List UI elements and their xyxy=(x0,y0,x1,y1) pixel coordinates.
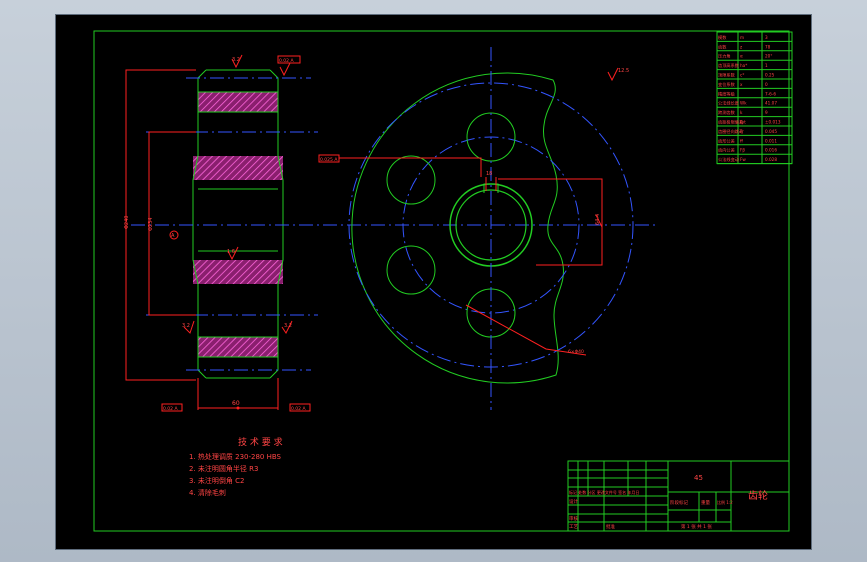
title-weight: 重量 xyxy=(701,499,710,506)
param-table-cell: 精度等级 xyxy=(718,90,736,97)
param-table-cell: m xyxy=(740,35,744,40)
section-outline-left xyxy=(192,69,207,379)
title-change-header: 标记 处数 分区 更改文件号 签名 年月日 xyxy=(569,489,639,495)
svg-text:3.2: 3.2 xyxy=(182,323,190,329)
section-hatch-bottom xyxy=(198,337,278,357)
svg-text:1.6: 1.6 xyxy=(227,249,235,255)
cad-application-window: 60 A Φ240 Φ234 3.2 0.02 A 1.6 3.2 3.2 0.… xyxy=(0,0,867,562)
param-table-cell: z xyxy=(740,44,743,49)
param-table-cell: 公法线长度 xyxy=(718,100,740,107)
param-table-cell: 变位系数 xyxy=(718,81,736,88)
title-process: 工艺 xyxy=(569,524,578,530)
param-table-cell: 齿顶高系数 xyxy=(718,62,740,69)
svg-text:12.5: 12.5 xyxy=(618,68,629,74)
tech-req-item-4: 4. 清除毛刺 xyxy=(189,488,226,497)
param-table-cell: 公法线变动 xyxy=(718,156,739,163)
title-designer: 设计 xyxy=(569,498,578,505)
svg-text:0.02 A: 0.02 A xyxy=(163,406,178,412)
tech-req-item-2: 2. 未注明圆角半径 R3 xyxy=(189,464,258,473)
param-table-cell: 0.011 xyxy=(765,138,777,143)
title-part-name: 齿轮 xyxy=(748,489,768,502)
svg-text:0.025 A: 0.025 A xyxy=(320,157,338,163)
title-material: 45 xyxy=(694,474,703,482)
param-table-cell: 齿向公差 xyxy=(718,147,735,154)
param-table-cell: 模数 xyxy=(718,34,727,41)
od-dim-label: Φ240 xyxy=(124,216,130,229)
param-table-cell: 齿形公差 xyxy=(718,137,735,144)
title-approve: 批准 xyxy=(606,523,615,530)
svg-text:18: 18 xyxy=(486,171,492,177)
param-table-cell: c* xyxy=(740,73,744,78)
cad-drawing-canvas[interactable]: 60 A Φ240 Φ234 3.2 0.02 A 1.6 3.2 3.2 0.… xyxy=(55,14,812,550)
param-table-cell: ff xyxy=(740,138,743,143)
param-table-cell: Fβ xyxy=(740,148,745,153)
param-table-cell: 78 xyxy=(765,44,771,49)
param-table-cell: 41.07 xyxy=(765,101,777,106)
param-table-cell: 0.016 xyxy=(765,148,777,153)
keyway-leader xyxy=(339,157,482,177)
param-table-cell: 0.045 xyxy=(765,129,777,134)
param-table-cell: x xyxy=(740,82,743,87)
param-table-cell: Fr xyxy=(740,129,744,134)
param-table-cell: 0.25 xyxy=(765,73,775,78)
title-scale: 比例 1:2 xyxy=(717,499,733,505)
param-table-cell: 齿数 xyxy=(718,43,727,50)
pitch-dimension-line xyxy=(148,131,196,316)
title-block: 45 齿轮 标记 处数 分区 更改文件号 签名 年月日 设计 审核 工艺 批准 … xyxy=(567,460,790,532)
param-table-cell: α xyxy=(740,54,743,59)
tech-req-item-3: 3. 未注明倒角 C2 xyxy=(189,476,244,485)
gear-drawing-svg: 60 A Φ240 Φ234 3.2 0.02 A 1.6 3.2 3.2 0.… xyxy=(93,30,793,532)
param-table-cell: 3 xyxy=(765,35,768,40)
lightening-hole-upper-left xyxy=(386,155,436,205)
gear-parameter-table: 模数 m 3 齿数 z 78 压力角 α 20° 齿顶高系数 ha* 1 顶隙系数 c* 0.25 变位系数 x… xyxy=(716,31,793,165)
param-table-cell: 1 xyxy=(765,63,768,68)
title-stage: 阶段标记 xyxy=(670,499,688,506)
param-table-cell: Fw xyxy=(740,157,746,162)
param-table-cell: 7-6-6 xyxy=(765,91,776,96)
section-hatch-lower-hub xyxy=(193,260,283,284)
roughness-symbol-top-right xyxy=(279,62,291,77)
param-table-cell: k xyxy=(740,110,743,115)
param-table-cell: Wk xyxy=(740,101,747,106)
svg-text:64.4: 64.4 xyxy=(595,214,601,225)
datum-letter-a: A xyxy=(171,233,175,239)
tech-req-item-1: 1. 热处理调质 230-280 HBS xyxy=(189,452,282,461)
param-table-cell: 20° xyxy=(765,54,772,59)
svg-text:0.02 A: 0.02 A xyxy=(279,58,294,64)
svg-text:3.2: 3.2 xyxy=(284,323,292,329)
param-table-cell: 9 xyxy=(765,110,768,115)
side-section-view: 60 A Φ240 Φ234 3.2 0.02 A 1.6 3.2 3.2 0.… xyxy=(124,54,656,412)
section-outline-right xyxy=(269,69,284,379)
front-view: 64.4 0.025 A 18 6×Φ40 12.5 xyxy=(318,47,634,410)
param-table-cell: fpt xyxy=(740,120,746,125)
hole-note-label: 6×Φ40 xyxy=(568,349,584,355)
tech-req-heading: 技 术 要 求 xyxy=(238,436,283,448)
section-hatch-upper-hub xyxy=(193,156,283,180)
roughness-symbol-corner xyxy=(607,67,619,82)
technical-requirements: 技 术 要 求 1. 热处理调质 230-280 HBS 2. 未注明圆角半径 … xyxy=(189,436,283,497)
param-table-cell: ha* xyxy=(740,63,747,68)
param-table-cell: 0 xyxy=(765,82,768,87)
param-table-cell: 顶隙系数 xyxy=(718,72,736,79)
title-checker: 审核 xyxy=(569,515,578,522)
pitch-dim-label: Φ234 xyxy=(148,218,154,231)
lightening-hole-lower-left xyxy=(386,245,436,295)
svg-text:0.02 A: 0.02 A xyxy=(291,406,306,412)
param-table-cell: ±0.013 xyxy=(765,120,781,125)
param-table-cell: 跨测齿数 xyxy=(718,109,736,116)
param-table-cell: 压力角 xyxy=(718,53,731,60)
section-hatch-top xyxy=(198,92,278,112)
svg-text:3.2: 3.2 xyxy=(232,57,240,63)
width-dimension-label: 60 xyxy=(232,400,240,407)
param-table-cell: 0.028 xyxy=(765,157,777,162)
title-sheet: 第 1 张 共 1 张 xyxy=(681,523,712,530)
